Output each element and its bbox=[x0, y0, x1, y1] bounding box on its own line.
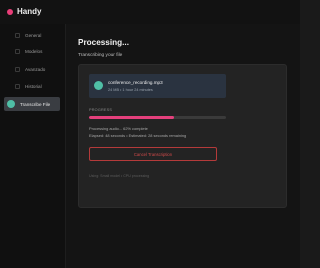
transcribe-icon bbox=[7, 100, 15, 108]
progress-bar-fill bbox=[89, 116, 174, 119]
general-icon bbox=[15, 33, 20, 38]
audio-file-icon bbox=[94, 81, 103, 90]
history-icon bbox=[15, 84, 20, 89]
sidebar-item-historial[interactable]: Historial bbox=[4, 80, 60, 93]
app-name: Handy bbox=[17, 7, 42, 16]
file-info: conference_recording.mp3 24 MB • 1 hour … bbox=[89, 74, 226, 98]
models-icon bbox=[15, 49, 20, 54]
progress-status: Processing audio... 62% complete bbox=[89, 126, 148, 131]
sidebar: General Modelos Avanzado Historial Trans… bbox=[0, 24, 66, 268]
sidebar-item-label: Historial bbox=[25, 84, 42, 89]
sidebar-item-transcribe-file[interactable]: Transcribe File bbox=[4, 97, 60, 111]
brand-logo-icon bbox=[7, 9, 13, 15]
advanced-icon bbox=[15, 67, 20, 72]
main-content: Processing... Transcribing your file con… bbox=[66, 24, 300, 268]
file-meta: 24 MB • 1 hour 24 minutes bbox=[108, 88, 153, 92]
sidebar-item-label: General bbox=[25, 33, 42, 38]
processing-card: conference_recording.mp3 24 MB • 1 hour … bbox=[78, 64, 287, 208]
app-window: Handy General Modelos Avanzado Historial… bbox=[0, 0, 300, 268]
progress-label: PROGRESS bbox=[89, 108, 113, 112]
sidebar-item-label: Transcribe File bbox=[20, 101, 51, 107]
sidebar-item-label: Avanzado bbox=[25, 67, 46, 72]
page-subtitle: Transcribing your file bbox=[78, 53, 123, 58]
progress-timing: Elapsed: 48 seconds • Estimated: 28 seco… bbox=[89, 133, 187, 138]
model-info-note: Using: Small model • CPU processing bbox=[89, 174, 150, 178]
page-title: Processing... bbox=[78, 38, 129, 47]
file-name: conference_recording.mp3 bbox=[108, 80, 163, 85]
sidebar-item-label: Modelos bbox=[25, 49, 43, 54]
progress-bar bbox=[89, 116, 226, 119]
sidebar-item-avanzado[interactable]: Avanzado bbox=[4, 63, 60, 76]
cancel-transcription-button[interactable]: Cancel Transcription bbox=[89, 147, 217, 161]
sidebar-item-general[interactable]: General bbox=[4, 29, 60, 42]
title-bar: Handy bbox=[0, 0, 300, 24]
sidebar-item-modelos[interactable]: Modelos bbox=[4, 45, 60, 58]
